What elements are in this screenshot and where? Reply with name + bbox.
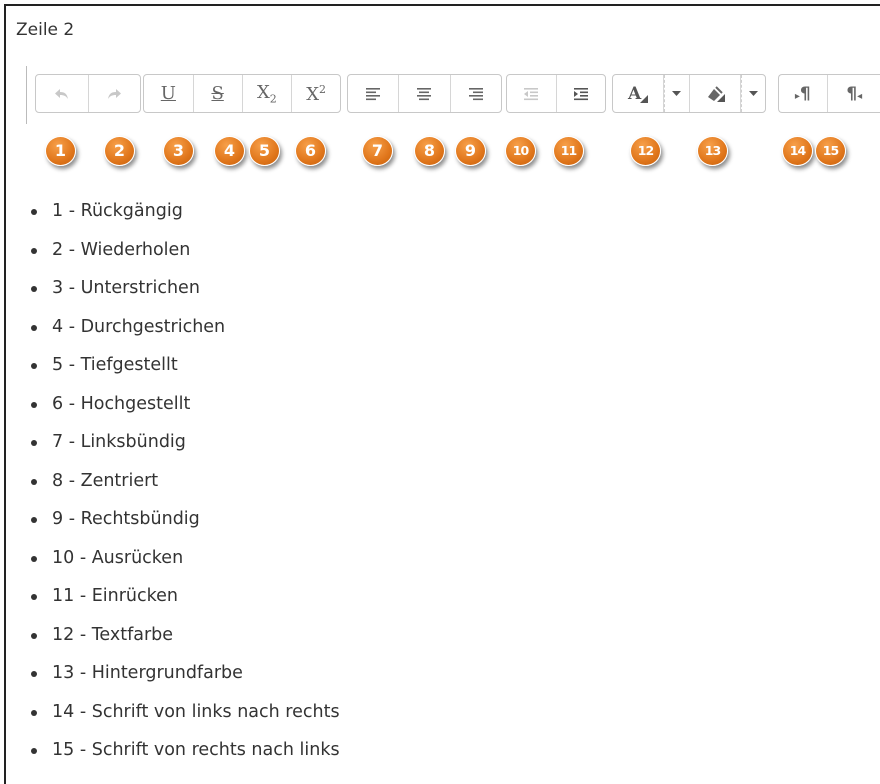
- callout-badge-4: 4: [214, 136, 245, 166]
- caret-down-icon: [672, 90, 682, 96]
- list-item: 9 - Rechtsbündig: [30, 509, 340, 548]
- superscript-button[interactable]: X2: [292, 75, 340, 112]
- list-item: 1 - Rückgängig: [30, 201, 340, 240]
- callout-badge-12: 12: [630, 136, 661, 166]
- list-item: 13 - Hintergrundfarbe: [30, 663, 340, 702]
- list-item: 5 - Tiefgestellt: [30, 355, 340, 394]
- outdent-icon: [524, 87, 539, 100]
- indent-group: [506, 74, 606, 113]
- callout-badge-14: 14: [782, 136, 813, 166]
- callout-badge-10: 10: [505, 136, 536, 166]
- list-item: 7 - Linksbündig: [30, 432, 340, 471]
- ltr-button[interactable]: ▸¶: [779, 75, 828, 112]
- undo-icon: [54, 88, 68, 99]
- color-group: A: [612, 74, 766, 113]
- strikethrough-button[interactable]: S: [194, 75, 243, 112]
- list-item: 10 - Ausrücken: [30, 548, 340, 587]
- history-group: [35, 74, 141, 113]
- callout-badge-13: 13: [697, 136, 728, 166]
- text-color-button[interactable]: A: [613, 75, 665, 112]
- align-left-icon: [366, 87, 381, 100]
- background-color-dropdown[interactable]: [740, 75, 765, 112]
- text-color-dropdown[interactable]: [664, 75, 690, 112]
- align-center-button[interactable]: [399, 75, 451, 112]
- rtl-icon: ¶◂: [846, 83, 863, 104]
- row-heading: Zeile 2: [16, 20, 75, 40]
- list-item: 15 - Schrift von rechts nach links: [30, 740, 340, 779]
- callout-badge-9: 9: [455, 136, 486, 166]
- legend-list: 1 - Rückgängig 2 - Wiederholen 3 - Unter…: [30, 201, 340, 779]
- list-item: 2 - Wiederholen: [30, 240, 340, 279]
- list-item: 8 - Zentriert: [30, 471, 340, 510]
- subscript-button[interactable]: X2: [243, 75, 293, 112]
- callout-badge-15: 15: [815, 136, 846, 166]
- editor-toolbar: U S X2 X2 A ▸¶ ¶◂: [26, 66, 880, 124]
- callout-badge-3: 3: [163, 136, 194, 166]
- redo-button[interactable]: [89, 75, 141, 112]
- ltr-icon: ▸¶: [794, 83, 811, 104]
- indent-button[interactable]: [557, 75, 606, 112]
- outdent-button[interactable]: [507, 75, 557, 112]
- text-style-group: U S X2 X2: [143, 74, 341, 113]
- subscript-icon: X2: [256, 81, 277, 106]
- alignment-group: [347, 74, 502, 113]
- background-color-button[interactable]: [690, 75, 741, 112]
- callout-badge-1: 1: [45, 136, 76, 166]
- caret-down-icon: [748, 90, 758, 96]
- callout-badge-6: 6: [295, 136, 326, 166]
- align-left-button[interactable]: [348, 75, 400, 112]
- strikethrough-icon: S: [211, 83, 224, 104]
- list-item: 12 - Textfarbe: [30, 625, 340, 664]
- align-right-button[interactable]: [451, 75, 501, 112]
- indent-icon: [573, 87, 588, 100]
- callout-badge-11: 11: [553, 136, 584, 166]
- superscript-icon: X2: [306, 82, 327, 105]
- list-item: 6 - Hochgestellt: [30, 394, 340, 433]
- callout-badge-7: 7: [362, 136, 393, 166]
- rtl-button[interactable]: ¶◂: [828, 75, 880, 112]
- callout-badge-5: 5: [249, 136, 280, 166]
- underline-button[interactable]: U: [144, 75, 194, 112]
- list-item: 3 - Unterstrichen: [30, 278, 340, 317]
- redo-icon: [108, 88, 122, 99]
- direction-group: ▸¶ ¶◂: [778, 74, 880, 113]
- callout-badge-8: 8: [414, 136, 445, 166]
- callout-badge-2: 2: [104, 136, 135, 166]
- underline-icon: U: [160, 83, 176, 104]
- callout-badges: 1 2 3 4 5 6 7 8 9 10 11 12 13 14 15: [0, 128, 880, 174]
- list-item: 11 - Einrücken: [30, 586, 340, 625]
- color-swatch-icon: [640, 94, 649, 103]
- undo-button[interactable]: [36, 75, 89, 112]
- align-center-icon: [417, 87, 432, 100]
- list-item: 14 - Schrift von links nach rechts: [30, 702, 340, 741]
- list-item: 4 - Durchgestrichen: [30, 317, 340, 356]
- align-right-icon: [468, 87, 483, 100]
- paint-bucket-icon: [707, 85, 725, 102]
- text-color-icon: A: [628, 83, 642, 104]
